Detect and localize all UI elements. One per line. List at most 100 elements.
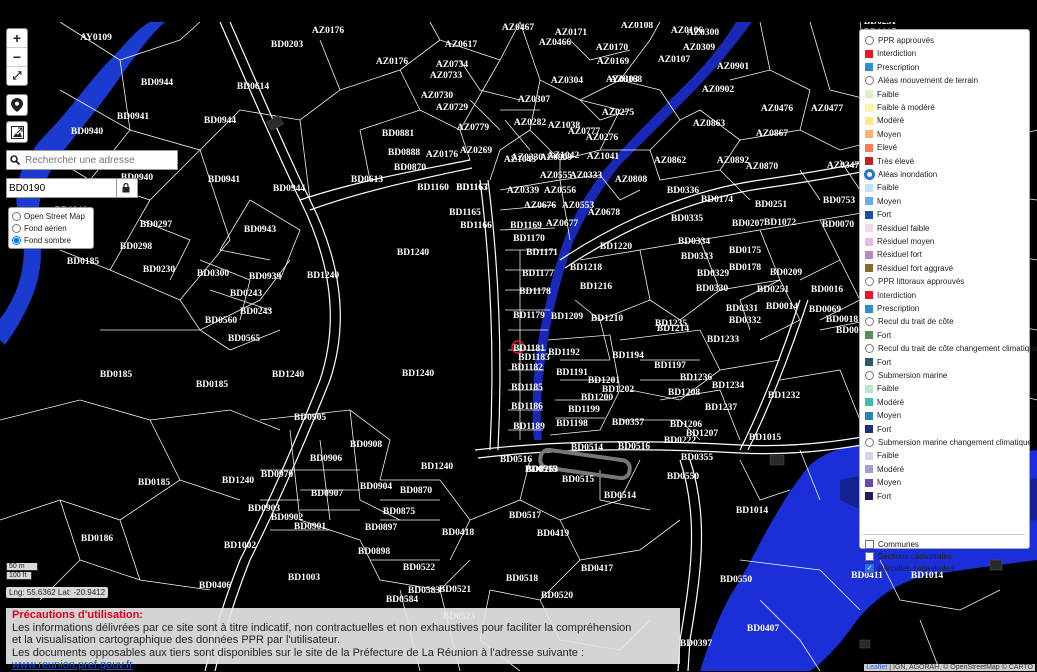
legend-swatch-row: Résiduel moyen bbox=[865, 236, 934, 247]
legend-swatch-row: Prescription bbox=[865, 303, 919, 314]
zoom-out-button[interactable]: − bbox=[7, 48, 27, 67]
parcel-label: AZ0176 bbox=[376, 57, 408, 67]
legend-label: Prescription bbox=[877, 304, 920, 313]
leaflet-link[interactable]: Leaflet bbox=[866, 664, 887, 671]
legend-swatch-row: Faible bbox=[865, 450, 899, 461]
parcel-label: BD0521 bbox=[439, 585, 471, 595]
parcel-label: AZ0676 bbox=[524, 201, 556, 211]
parcel-search-input[interactable] bbox=[7, 181, 116, 195]
parcel-label: AZ0275 bbox=[602, 108, 634, 118]
attribution-text: | IGN, AGORAH, © OpenStreetMap © CARTO bbox=[889, 664, 1033, 671]
legend-layer-radio[interactable]: PPR littoraux approuvés bbox=[865, 276, 964, 287]
color-swatch bbox=[865, 451, 873, 460]
basemap-option-aerial[interactable]: Fond aérien bbox=[12, 222, 90, 234]
legend-layer-radio[interactable]: Aléas inondation bbox=[865, 169, 937, 180]
parcel-label: AZ0808 bbox=[615, 175, 647, 185]
legend-swatch-row: Fort bbox=[865, 357, 891, 368]
legend-layer-checkbox[interactable]: Communes bbox=[865, 539, 919, 550]
parcel-label: BD0904 bbox=[360, 482, 392, 492]
basemap-radio-dark[interactable] bbox=[12, 235, 21, 245]
legend-label: Fort bbox=[877, 491, 892, 501]
prefecture-link[interactable]: www.reunion.pref.gouv.fr bbox=[12, 659, 133, 671]
radio-icon[interactable] bbox=[865, 371, 874, 380]
legend-label: Très élevé bbox=[877, 156, 915, 166]
parcel-label: AZ0339 bbox=[507, 186, 539, 196]
scale-bar: 50 m 100 ft bbox=[6, 563, 38, 581]
legend-layer-radio[interactable]: Aléas mouvement de terrain bbox=[865, 75, 978, 86]
parcel-label: AZ0777 bbox=[568, 127, 600, 137]
color-swatch bbox=[865, 143, 873, 152]
legend-layer-radio[interactable]: PPR approuvés bbox=[865, 35, 934, 46]
legend-swatch-row: Faible bbox=[865, 182, 899, 193]
parcel-label: BD1240 bbox=[421, 462, 453, 472]
legend-label: Résiduel fort bbox=[877, 250, 922, 260]
checkbox-icon[interactable]: ✓ bbox=[865, 563, 874, 573]
parcel-label: BD0565 bbox=[228, 334, 260, 344]
legend-layer-radio[interactable]: Recul du trait de côte changement climat… bbox=[865, 343, 1037, 354]
radio-icon[interactable] bbox=[865, 438, 874, 447]
parcel-label: BD1015 bbox=[749, 433, 781, 443]
radio-icon[interactable] bbox=[865, 344, 874, 354]
parcel-label: BD1240 bbox=[397, 248, 429, 258]
address-search-input[interactable] bbox=[23, 153, 167, 167]
parcel-label: BD0944 bbox=[204, 116, 236, 126]
parcel-label: BD1240 bbox=[307, 271, 339, 281]
parcel-label: AZ0106 bbox=[671, 26, 703, 36]
parcel-label: BD0335 bbox=[671, 214, 703, 224]
parcel-label: BD1072 bbox=[764, 218, 796, 228]
radio-icon[interactable] bbox=[865, 76, 874, 86]
radio-icon[interactable] bbox=[865, 170, 874, 179]
parcel-label: BD0397 bbox=[680, 639, 712, 649]
color-swatch bbox=[865, 90, 873, 99]
parcel-label: BD1160 bbox=[417, 183, 449, 193]
legend-layer-radio[interactable]: Submersion marine changement climatique bbox=[865, 437, 1032, 448]
basemap-option-dark[interactable]: Fond sombre bbox=[12, 234, 90, 246]
radio-icon[interactable] bbox=[865, 36, 874, 45]
color-swatch bbox=[865, 465, 873, 474]
legend-layer-radio[interactable]: Recul du trait de côte bbox=[865, 316, 954, 327]
legend-layer-radio[interactable]: Submersion marine bbox=[865, 370, 947, 381]
parcel-label: BD0175 bbox=[729, 246, 761, 256]
legend-swatch-row: Fort bbox=[865, 330, 891, 341]
parcel-label: BD0515 bbox=[562, 475, 594, 485]
parcel-label: BD1236 bbox=[680, 373, 712, 383]
radio-icon[interactable] bbox=[865, 277, 874, 287]
legend-divider bbox=[863, 534, 1025, 535]
parcel-label: BD1216 bbox=[580, 282, 612, 292]
legend-layer-checkbox[interactable]: ✓ Parcelles cadastrales bbox=[865, 563, 954, 574]
scale-metric: 50 m bbox=[6, 563, 38, 571]
lock-button[interactable] bbox=[116, 179, 135, 197]
locate-button[interactable] bbox=[6, 94, 28, 116]
parcel-label: BD0253 bbox=[526, 465, 558, 475]
basemap-radio-osm[interactable] bbox=[12, 211, 21, 221]
legend-label: Communes bbox=[878, 540, 919, 549]
color-swatch bbox=[865, 411, 873, 420]
parcel-label: AZ0553 bbox=[562, 201, 594, 211]
parcel-label: BD1208 bbox=[668, 388, 700, 398]
legend-swatch-row: Faible bbox=[865, 89, 899, 100]
parcel-label: AZ0729 bbox=[436, 103, 468, 113]
parcel-label: AZ0171 bbox=[555, 28, 587, 38]
color-swatch bbox=[865, 384, 873, 393]
checkbox-icon[interactable] bbox=[865, 551, 874, 561]
parcel-label: AZ0901 bbox=[717, 62, 749, 72]
checkbox-icon[interactable] bbox=[865, 540, 874, 549]
basemap-option-osm[interactable]: Open Street Map bbox=[12, 210, 90, 222]
parcel-label: BD0357 bbox=[612, 418, 644, 428]
legend-swatch-row: Faible à modéré bbox=[865, 102, 935, 113]
color-swatch bbox=[865, 103, 873, 112]
radio-icon[interactable] bbox=[865, 317, 874, 327]
fullscreen-button[interactable]: ⤢ bbox=[7, 67, 27, 85]
parcel-label: AZ0733 bbox=[430, 71, 462, 81]
export-image-button[interactable] bbox=[6, 121, 28, 143]
zoom-in-button[interactable]: + bbox=[7, 29, 27, 48]
parcel-label: BD0550 bbox=[720, 575, 752, 585]
color-swatch bbox=[865, 130, 873, 139]
parcel-label: BD0419 bbox=[537, 529, 569, 539]
basemap-radio-aerial[interactable] bbox=[12, 223, 21, 233]
parcel-search bbox=[6, 178, 138, 198]
parcel-label: BD0251 bbox=[757, 285, 789, 295]
parcel-label: BD0514 bbox=[571, 443, 603, 453]
legend-layer-checkbox[interactable]: Sections cadastrales bbox=[865, 551, 952, 562]
parcel-label: BD0297 bbox=[140, 220, 172, 230]
